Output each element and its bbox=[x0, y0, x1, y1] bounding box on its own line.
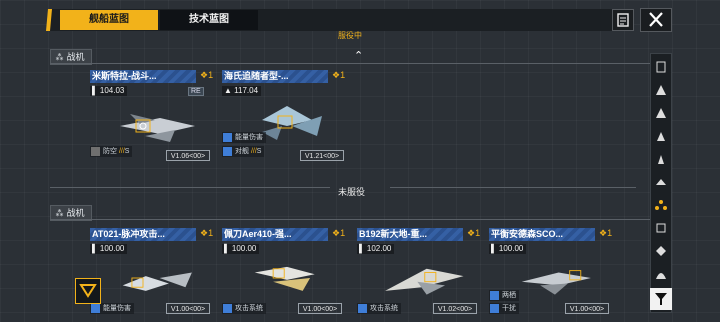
shield-icon bbox=[79, 284, 97, 298]
damage-type-tag: 能量伤害 bbox=[222, 132, 266, 143]
rank-badge: ❖1 bbox=[599, 228, 613, 238]
section-label: 战机 bbox=[66, 52, 85, 62]
filter-battleship-icon[interactable] bbox=[654, 106, 668, 120]
section-rule bbox=[50, 63, 650, 64]
ship-name: 米斯特拉-战斗... bbox=[90, 70, 196, 83]
version-label: V1.00<00> bbox=[565, 303, 609, 314]
fighter-ship-image bbox=[120, 114, 195, 142]
ship-card[interactable]: B192新大地-重... ❖1 ▌ 102.00 攻击系统 V1.02<00> bbox=[357, 228, 483, 322]
rank-badge: ❖1 bbox=[332, 228, 346, 238]
filter-fighter-icon[interactable] bbox=[654, 198, 668, 212]
rank-badge: ❖1 bbox=[200, 228, 214, 238]
role-tag: 防空 ///S bbox=[90, 146, 133, 157]
role-tag: 攻击系统 bbox=[222, 303, 266, 314]
list-button[interactable] bbox=[612, 9, 634, 31]
section-rule bbox=[50, 219, 650, 220]
amphibious-tag: 两栖 bbox=[489, 290, 519, 301]
document-icon bbox=[617, 13, 629, 27]
close-button[interactable] bbox=[640, 8, 672, 32]
filter-frigate-icon[interactable] bbox=[654, 175, 668, 189]
ship-card[interactable]: 海氏追随者型-... ❖1 ▲ 117.04 能量伤害 对舰 ///S V1.2… bbox=[222, 70, 348, 164]
version-label: V1.21<00> bbox=[300, 150, 344, 161]
power-value: ▌ 100.00 bbox=[90, 244, 128, 254]
close-icon bbox=[649, 12, 663, 27]
rank-badge: ❖1 bbox=[467, 228, 481, 238]
section-label: 战机 bbox=[66, 208, 85, 218]
fighter-ship-image bbox=[122, 272, 192, 291]
ship-name: 海氏追随者型-... bbox=[222, 70, 328, 83]
filter-button[interactable] bbox=[650, 288, 672, 310]
power-value: ▌ 104.03 bbox=[90, 86, 128, 96]
not-in-service-divider: 未服役 bbox=[338, 187, 366, 197]
fighter-icon: ⁂ bbox=[55, 52, 65, 62]
ship-name: AT021-脉冲攻击... bbox=[90, 228, 196, 241]
filter-carrier-icon[interactable] bbox=[654, 83, 668, 97]
divider-line-left bbox=[50, 187, 330, 188]
version-label: V1.00<00> bbox=[298, 303, 342, 314]
ship-card[interactable]: 米斯特拉-战斗... ❖1 ▌ 104.03 RE 防空 ///S V1.06<… bbox=[90, 70, 216, 164]
rank-badge: ❖1 bbox=[200, 70, 214, 80]
ship-card[interactable]: AT021-脉冲攻击... ❖1 ▌ 100.00 能量伤害 V1.00<00> bbox=[90, 228, 216, 322]
filter-corvette-icon[interactable] bbox=[654, 221, 668, 235]
filter-icon bbox=[655, 293, 667, 305]
filter-cruiser-icon[interactable] bbox=[654, 129, 668, 143]
divider-line-right bbox=[390, 187, 636, 188]
power-value: ▌ 100.00 bbox=[489, 244, 527, 254]
ship-name: 佩刀Aer410-强... bbox=[222, 228, 328, 241]
fighter-icon: ⁂ bbox=[55, 208, 65, 218]
rank-badge: ❖1 bbox=[332, 70, 346, 80]
ship-card[interactable]: 佩刀Aer410-强... ❖1 ▌ 100.00 攻击系统 V1.00<00> bbox=[222, 228, 348, 322]
role-tag: 对舰 ///S bbox=[222, 146, 265, 157]
filter-destroyer-icon[interactable] bbox=[654, 152, 668, 166]
ship-name: B192新大地-重... bbox=[357, 228, 463, 241]
filter-special-icon[interactable] bbox=[654, 267, 668, 281]
role-tag: 攻击系统 bbox=[357, 303, 401, 314]
fighter-ship-image bbox=[254, 266, 315, 291]
power-value: ▲ 117.04 bbox=[222, 86, 262, 96]
jamming-tag: 干扰 bbox=[489, 303, 519, 314]
re-badge: RE bbox=[188, 87, 204, 96]
collapse-chevron-icon[interactable]: ⌃ bbox=[354, 49, 363, 62]
filter-all-icon[interactable] bbox=[654, 60, 668, 74]
version-label: V1.06<00> bbox=[166, 150, 210, 161]
version-label: V1.02<00> bbox=[433, 303, 477, 314]
ship-name: 平衡安德森SCO... bbox=[489, 228, 595, 241]
tab-ship-blueprint[interactable]: 舰船蓝图 bbox=[60, 10, 158, 30]
filter-station-icon[interactable] bbox=[654, 244, 668, 258]
ship-card[interactable]: 平衡安德森SCO... ❖1 ▌ 100.00 两栖 干扰 V1.00<00> bbox=[489, 228, 615, 322]
shield-button[interactable] bbox=[75, 278, 101, 304]
in-service-header: 服役中 bbox=[338, 31, 362, 40]
tab-tech-blueprint[interactable]: 技术蓝图 bbox=[160, 10, 258, 30]
corner-mark-icon bbox=[46, 9, 52, 31]
version-label: V1.00<00> bbox=[166, 303, 210, 314]
fighter-ship-image bbox=[385, 268, 464, 295]
power-value: ▌ 100.00 bbox=[222, 244, 260, 254]
power-value: ▌ 102.00 bbox=[357, 244, 395, 254]
